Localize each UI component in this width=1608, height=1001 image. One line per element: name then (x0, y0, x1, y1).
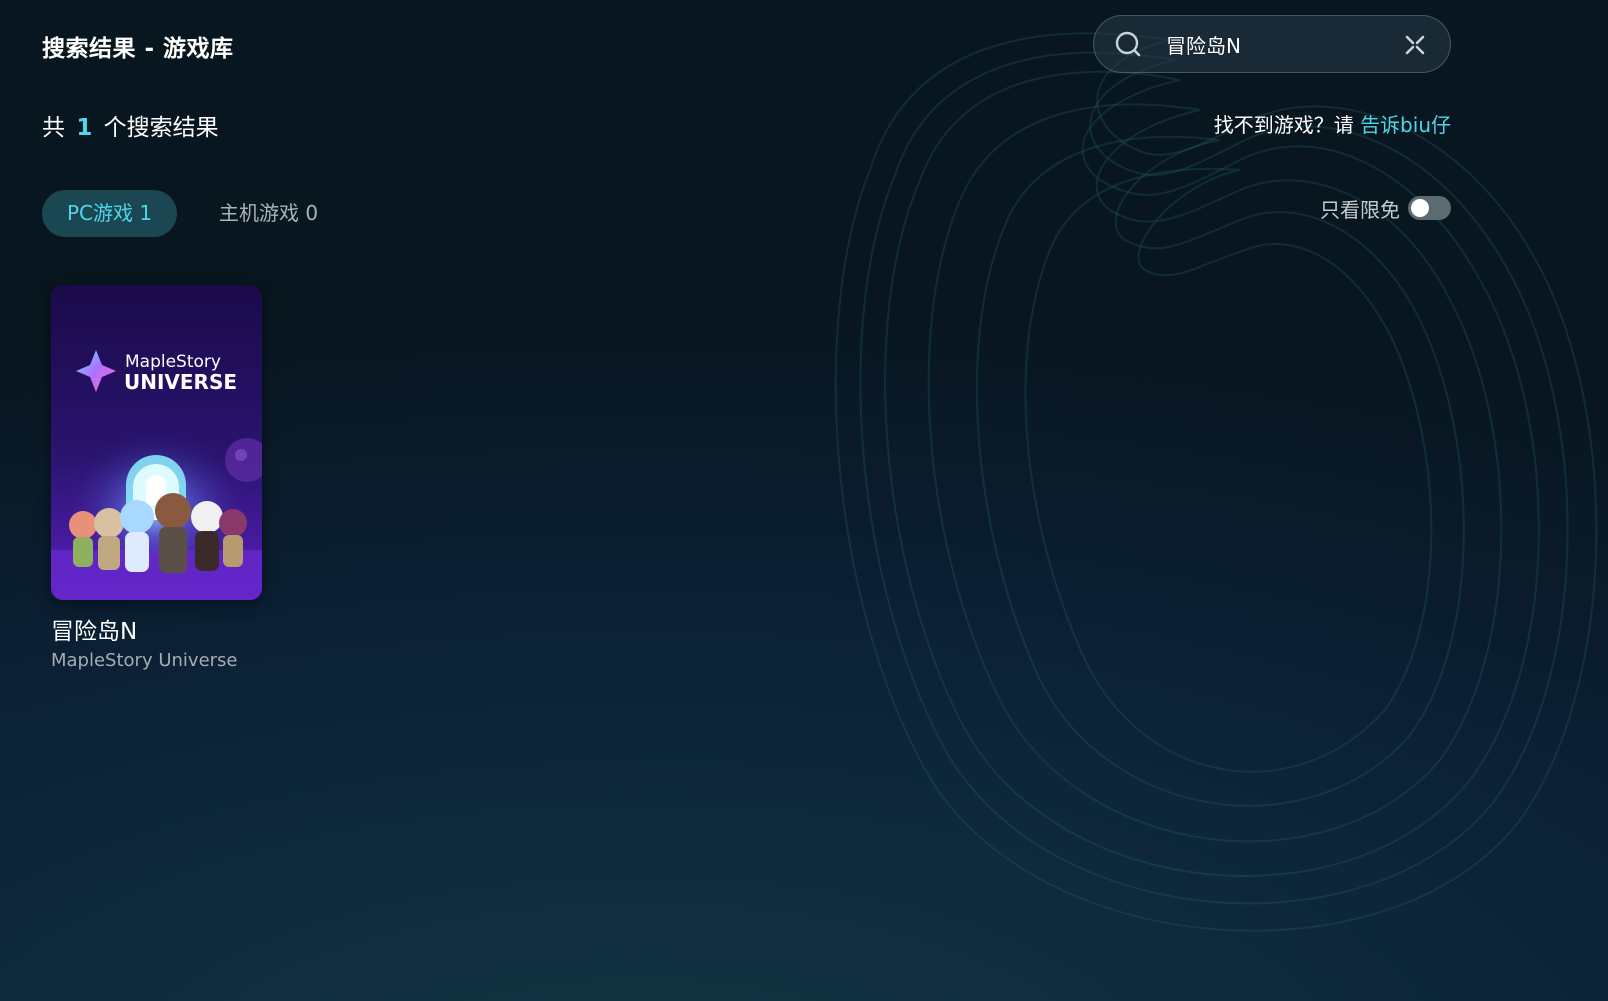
search-box[interactable] (1093, 15, 1451, 73)
game-title: 冒险岛N (51, 619, 138, 645)
search-input[interactable] (1166, 27, 1386, 61)
result-count-suffix: 个搜索结果 (103, 115, 219, 141)
result-count-prefix: 共 (42, 115, 65, 141)
result-count: 共 1 个搜索结果 (42, 108, 219, 142)
game-card[interactable]: MapleStory UNIVERSE 冒险岛N MapleStory Univ… (51, 285, 262, 671)
result-count-number: 1 (76, 115, 93, 141)
toggle-knob (1411, 199, 1429, 217)
feedback-link[interactable]: 告诉biu仔 (1360, 113, 1451, 137)
search-icon (1115, 31, 1141, 57)
cover-logo-line2: UNIVERSE (124, 370, 237, 394)
free-only-filter: 只看限免 (1320, 190, 1451, 226)
free-only-toggle[interactable] (1408, 196, 1451, 220)
page-title: 搜索结果 - 游戏库 (42, 36, 234, 62)
free-only-label: 只看限免 (1320, 197, 1400, 222)
feedback-text: 找不到游戏？请 (1213, 113, 1354, 137)
game-subtitle: MapleStory Universe (51, 650, 238, 671)
close-icon[interactable] (1404, 34, 1426, 56)
feedback-prompt: 找不到游戏？请 告诉biu仔 (1214, 109, 1451, 138)
game-cover-image: MapleStory UNIVERSE (51, 285, 262, 600)
cover-logo-line1: MapleStory (125, 352, 221, 372)
tab-console-games[interactable]: 主机游戏 0 (219, 190, 318, 237)
tab-pc-games[interactable]: PC游戏 1 (42, 190, 177, 237)
